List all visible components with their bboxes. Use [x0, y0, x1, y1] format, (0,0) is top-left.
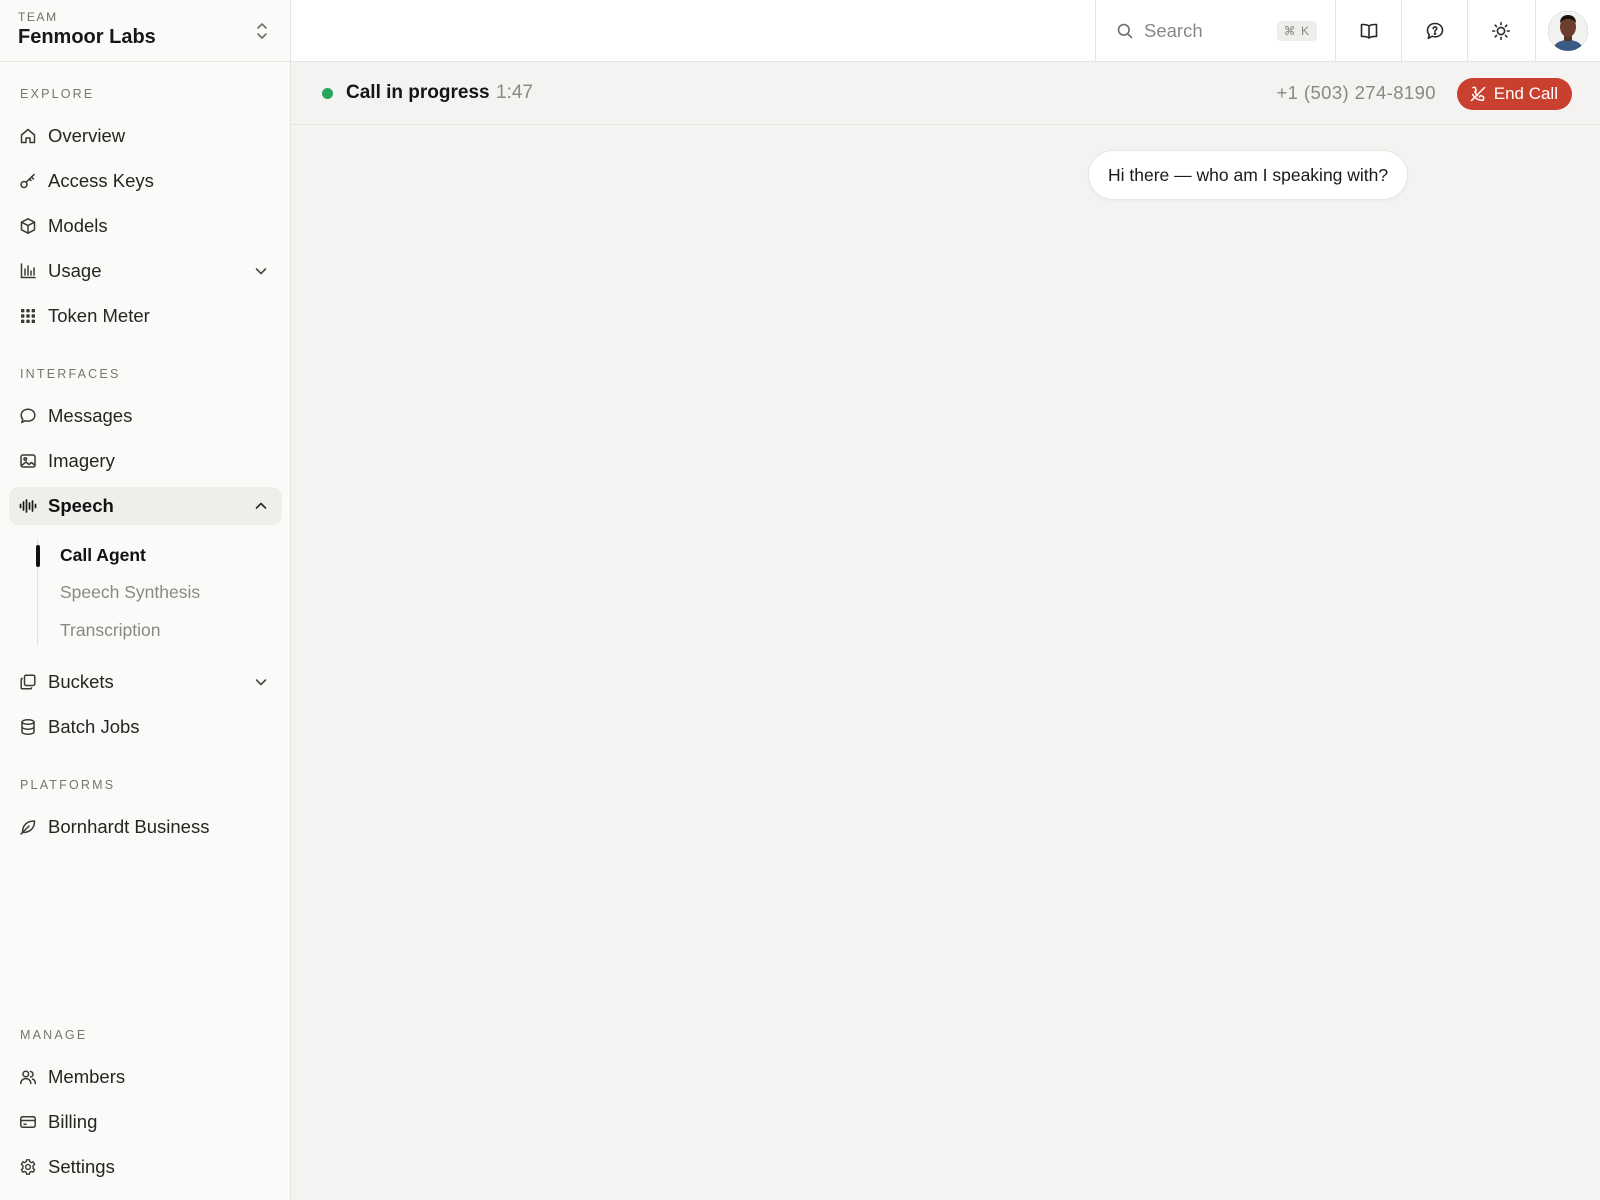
help-button[interactable]: [1401, 0, 1467, 62]
active-indicator: [36, 545, 40, 567]
sun-icon: [1491, 22, 1510, 40]
sidebar-item-label: Batch Jobs: [48, 716, 140, 737]
call-status-text: Call in progress: [346, 82, 490, 103]
subnav-item-speech-synthesis[interactable]: Speech Synthesis: [60, 582, 200, 603]
top-bar: Search ⌘ K: [291, 0, 1600, 62]
chevron-up-icon: [255, 502, 267, 509]
sidebar-item-label: Billing: [48, 1111, 98, 1132]
subnav-item-transcription[interactable]: Transcription: [60, 620, 161, 641]
chevron-down-icon: [255, 268, 267, 275]
book-icon: [1360, 23, 1377, 39]
sidebar-item-label: Buckets: [48, 671, 114, 692]
sidebar-item-label: Bornhardt Business: [48, 816, 210, 837]
docs-button[interactable]: [1335, 0, 1401, 62]
phone-off-icon: [1470, 86, 1485, 102]
sidebar-item-buckets[interactable]: Buckets: [9, 663, 282, 701]
chevron-down-icon: [255, 679, 267, 686]
subnav-item-call-agent[interactable]: Call Agent: [60, 545, 146, 566]
sidebar-item-label: Models: [48, 215, 108, 236]
sidebar-item-label: Overview: [48, 125, 126, 146]
chat-bubble-icon: [19, 407, 37, 425]
sidebar-item-models[interactable]: Models: [9, 207, 282, 245]
users-icon: [19, 1068, 37, 1086]
leaf-icon: [19, 818, 37, 836]
section-label-platforms: PLATFORMS: [20, 778, 116, 792]
sidebar-item-messages[interactable]: Messages: [9, 397, 282, 435]
end-call-button[interactable]: End Call: [1456, 78, 1572, 110]
call-status-bar: Call in progress 1:47 +1 (503) 274-8190 …: [291, 62, 1600, 125]
section-label-interfaces: INTERFACES: [20, 367, 121, 381]
home-icon: [19, 127, 37, 145]
section-label-manage: MANAGE: [20, 1028, 88, 1042]
team-switcher[interactable]: TEAM Fenmoor Labs: [0, 0, 290, 62]
key-icon: [19, 172, 37, 190]
gear-icon: [19, 1158, 37, 1176]
sidebar-item-label: Speech: [48, 495, 114, 516]
sidebar-item-imagery[interactable]: Imagery: [9, 442, 282, 480]
cube-icon: [19, 217, 37, 235]
speech-subnav: Call Agent Speech Synthesis Transcriptio…: [36, 538, 277, 646]
call-status-indicator: [322, 88, 333, 99]
sidebar-item-speech[interactable]: Speech: [9, 487, 282, 525]
sidebar-item-batch-jobs[interactable]: Batch Jobs: [9, 708, 282, 746]
sidebar-item-label: Members: [48, 1066, 126, 1087]
database-icon: [19, 718, 37, 736]
sidebar-item-billing[interactable]: Billing: [9, 1103, 282, 1141]
search-placeholder: Search: [1144, 20, 1203, 41]
search-icon: [1117, 23, 1133, 39]
sidebar-item-members[interactable]: Members: [9, 1058, 282, 1096]
search-shortcut-badge: ⌘ K: [1276, 21, 1317, 41]
sidebar-item-overview[interactable]: Overview: [9, 117, 282, 155]
sidebar-item-label: Imagery: [48, 450, 115, 471]
sidebar-item-usage[interactable]: Usage: [9, 252, 282, 290]
sidebar-item-token-meter[interactable]: Token Meter: [9, 297, 282, 335]
avatar: [1548, 11, 1588, 51]
sidebar-item-label: Token Meter: [48, 305, 150, 326]
sidebar-item-label: Usage: [48, 260, 102, 281]
sidebar-item-label: Settings: [48, 1156, 115, 1177]
image-icon: [19, 452, 37, 470]
section-label-explore: EXPLORE: [20, 87, 95, 101]
sidebar: TEAM Fenmoor Labs EXPLORE Overview Acces…: [0, 0, 291, 1200]
grid-icon: [19, 307, 37, 325]
caller-phone-number: +1 (503) 274-8190: [1276, 82, 1436, 103]
bar-chart-icon: [19, 262, 37, 280]
credit-card-icon: [19, 1113, 37, 1131]
sidebar-item-access-keys[interactable]: Access Keys: [9, 162, 282, 200]
theme-toggle-button[interactable]: [1467, 0, 1533, 62]
copy-icon: [19, 673, 37, 691]
help-bubble-icon: [1426, 22, 1443, 40]
call-duration: 1:47: [496, 82, 533, 103]
waveform-icon: [19, 497, 37, 515]
end-call-label: End Call: [1493, 84, 1558, 103]
team-label: TEAM: [18, 10, 58, 24]
team-name: Fenmoor Labs: [18, 26, 156, 48]
sidebar-item-settings[interactable]: Settings: [9, 1148, 282, 1186]
search-input[interactable]: Search ⌘ K: [1095, 0, 1335, 62]
sidebar-item-label: Access Keys: [48, 170, 154, 191]
chevron-up-down-icon: [257, 23, 267, 39]
sidebar-item-bornhardt-business[interactable]: Bornhardt Business: [9, 808, 282, 846]
user-menu-button[interactable]: [1535, 0, 1600, 62]
message-bubble: Hi there — who am I speaking with?: [1088, 150, 1409, 200]
sidebar-item-label: Messages: [48, 405, 133, 426]
